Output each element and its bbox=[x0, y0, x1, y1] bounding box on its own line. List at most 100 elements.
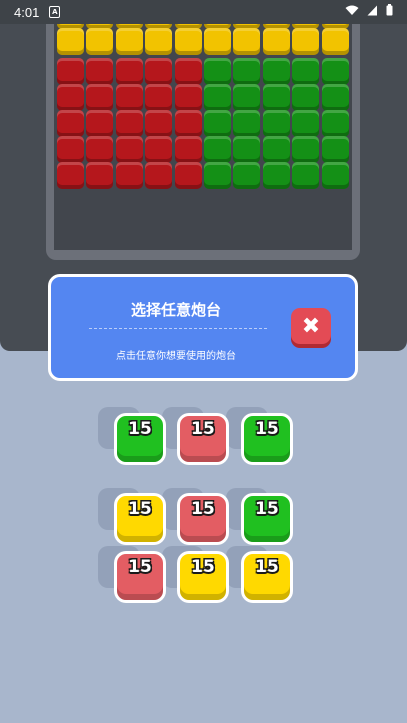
board-cube bbox=[115, 162, 143, 189]
dialog-subtitle: 点击任意你想要使用的炮台 bbox=[116, 351, 236, 362]
board-cube bbox=[233, 136, 261, 163]
board-cube bbox=[233, 110, 261, 137]
board-cube bbox=[115, 110, 143, 137]
turret-count: 15 bbox=[255, 557, 279, 577]
notification-icon: A bbox=[49, 6, 61, 18]
board-cube bbox=[233, 28, 261, 55]
board-cube bbox=[86, 162, 114, 189]
board-cube bbox=[204, 84, 231, 111]
board-cube bbox=[86, 136, 114, 163]
board-cube bbox=[174, 162, 202, 189]
board-cube bbox=[204, 110, 231, 137]
board-cube bbox=[262, 110, 290, 137]
board-cube bbox=[292, 162, 320, 189]
board-cube bbox=[262, 58, 290, 85]
board-cube bbox=[262, 136, 290, 163]
turret-face: 15 bbox=[117, 554, 163, 600]
board-cube bbox=[57, 136, 84, 163]
turret-bottom-r1-c2[interactable]: 15 bbox=[177, 493, 229, 545]
close-button[interactable]: ✖ bbox=[291, 308, 331, 344]
board-cube bbox=[321, 136, 349, 163]
turret-bottom-r2-c3[interactable]: 15 bbox=[241, 551, 293, 603]
close-icon: ✖ bbox=[301, 313, 321, 339]
board-cube bbox=[292, 28, 320, 55]
turret-count: 15 bbox=[191, 419, 215, 439]
turret-face: 15 bbox=[244, 416, 290, 462]
dialog-divider bbox=[89, 328, 267, 329]
board-cube bbox=[204, 28, 231, 55]
board-cube bbox=[204, 58, 231, 85]
board-cube bbox=[145, 162, 173, 189]
turret-bottom-r1-c3[interactable]: 15 bbox=[241, 493, 293, 545]
board-cube bbox=[321, 162, 349, 189]
turret-bottom-r2-c1[interactable]: 15 bbox=[114, 551, 166, 603]
board-cube bbox=[321, 110, 349, 137]
board-cube bbox=[174, 28, 202, 55]
board-cube bbox=[115, 58, 143, 85]
turret-top-3[interactable]: 15 bbox=[241, 413, 293, 465]
turret-count: 15 bbox=[255, 499, 279, 519]
board-cube bbox=[145, 58, 173, 85]
board-cube bbox=[86, 58, 114, 85]
cube-board bbox=[54, 24, 352, 250]
turret-face: 15 bbox=[180, 496, 226, 542]
board-cube bbox=[174, 136, 202, 163]
board-cube bbox=[115, 136, 143, 163]
board-cube bbox=[204, 162, 231, 189]
turret-top-2[interactable]: 15 bbox=[177, 413, 229, 465]
signal-icon bbox=[367, 5, 377, 15]
turret-face: 15 bbox=[180, 416, 226, 462]
board-cube bbox=[292, 58, 320, 85]
turret-count: 15 bbox=[191, 499, 215, 519]
board-cube bbox=[57, 58, 84, 85]
turret-count: 15 bbox=[255, 419, 279, 439]
board-cube bbox=[86, 28, 114, 55]
board-cube bbox=[204, 136, 231, 163]
board-cube bbox=[292, 110, 320, 137]
board-cube bbox=[115, 84, 143, 111]
turret-count: 15 bbox=[128, 419, 152, 439]
board-cube bbox=[86, 84, 114, 111]
board-cube bbox=[262, 162, 290, 189]
select-turret-dialog: 选择任意炮台 点击任意你想要使用的炮台 ✖ bbox=[48, 274, 358, 381]
board-cube bbox=[145, 28, 173, 55]
board-cube bbox=[292, 84, 320, 111]
board-cube bbox=[321, 84, 349, 111]
board-cube bbox=[262, 84, 290, 111]
board-cube bbox=[145, 110, 173, 137]
board-cube bbox=[174, 58, 202, 85]
board-cube bbox=[233, 84, 261, 111]
board-cube bbox=[57, 110, 84, 137]
turret-face: 15 bbox=[244, 496, 290, 542]
turret-face: 15 bbox=[117, 416, 163, 462]
wifi-icon bbox=[345, 5, 359, 15]
board-cube bbox=[292, 136, 320, 163]
board-cube bbox=[233, 162, 261, 189]
board-cube bbox=[174, 110, 202, 137]
board-cube bbox=[57, 162, 84, 189]
board-cube bbox=[86, 110, 114, 137]
dialog-title: 选择任意炮台 bbox=[130, 301, 221, 319]
turret-count: 15 bbox=[191, 557, 215, 577]
status-bar: 4:01 A bbox=[0, 0, 407, 24]
board-cube bbox=[321, 28, 349, 55]
board-cube bbox=[174, 84, 202, 111]
turret-face: 15 bbox=[180, 554, 226, 600]
board-cube bbox=[145, 84, 173, 111]
board-cube bbox=[57, 28, 84, 55]
status-time: 4:01 bbox=[14, 4, 40, 20]
board-cube bbox=[233, 58, 261, 85]
turret-count: 15 bbox=[128, 557, 152, 577]
turret-count: 15 bbox=[128, 499, 152, 519]
status-icons bbox=[345, 4, 393, 16]
turret-bottom-r2-c2[interactable]: 15 bbox=[177, 551, 229, 603]
board-cube bbox=[262, 28, 290, 55]
board-cube bbox=[115, 28, 143, 55]
turret-face: 15 bbox=[117, 496, 163, 542]
battery-icon bbox=[386, 4, 393, 16]
turret-bottom-r1-c1[interactable]: 15 bbox=[114, 493, 166, 545]
turret-face: 15 bbox=[244, 554, 290, 600]
turret-top-1[interactable]: 15 bbox=[114, 413, 166, 465]
board-cube bbox=[57, 84, 84, 111]
board-cube bbox=[321, 58, 349, 85]
